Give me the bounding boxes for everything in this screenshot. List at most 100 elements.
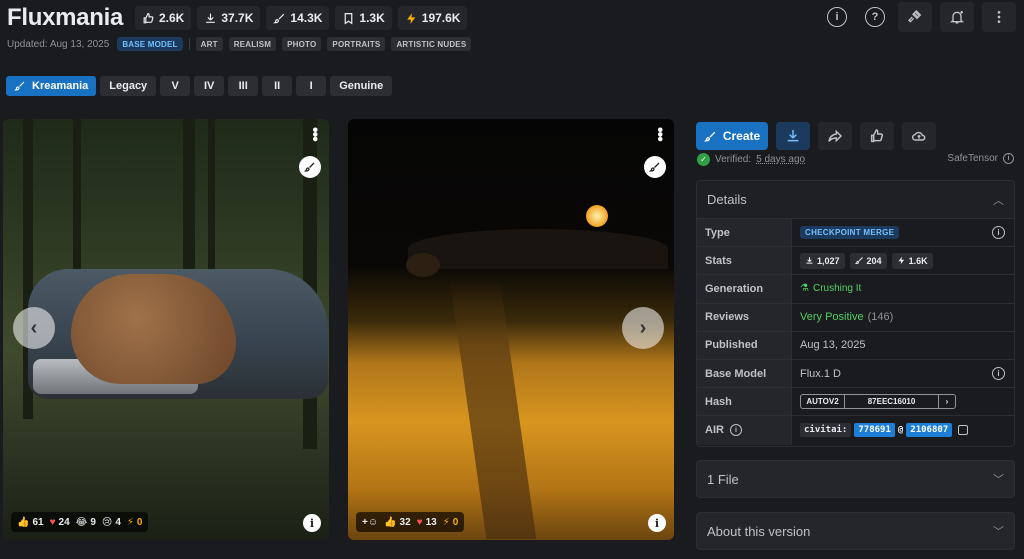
detail-row-base-model: Base Model Flux.1 D i	[697, 359, 1014, 389]
version-tab-iii[interactable]: III	[228, 76, 259, 96]
laugh-icon: 😂	[75, 516, 88, 528]
info-icon[interactable]: i	[1003, 153, 1014, 164]
verified-status: ✓ Verified: 5 days ago	[697, 153, 805, 166]
heart-reaction[interactable]: ♥ 13	[417, 517, 437, 528]
model-header: Fluxmania 2.6K 37.7K 14.3K 1.3K 197.6K	[7, 4, 468, 32]
meta-row: Updated: Aug 13, 2025 BASE MODEL ART REA…	[7, 37, 472, 51]
about-section[interactable]: About this version ﹀	[696, 512, 1015, 550]
buzz-stat[interactable]: 197.6K	[397, 6, 468, 30]
details-header[interactable]: Details ︿	[697, 181, 1014, 219]
laugh-reaction[interactable]: 😂 9	[76, 517, 96, 528]
gavel-icon	[908, 10, 922, 23]
create-button[interactable]: Create	[696, 122, 768, 150]
buzz-count: 197.6K	[421, 11, 461, 25]
moderate-button[interactable]	[898, 2, 932, 32]
air-identifier[interactable]: civitai: 778691 @ 2106807	[800, 423, 969, 438]
cloud-upload-button[interactable]	[902, 122, 936, 150]
thumbs-up-icon	[870, 129, 884, 143]
like-button[interactable]	[860, 122, 894, 150]
shield-check-icon: ✓	[697, 153, 710, 166]
downloads-stat[interactable]: 37.7K	[197, 6, 261, 30]
files-title: 1 File	[707, 471, 739, 487]
download-button[interactable]	[776, 122, 810, 150]
next-image-button[interactable]: ›	[622, 307, 664, 349]
tag-realism[interactable]: REALISM	[228, 37, 277, 51]
like-reaction[interactable]: 👍 61	[17, 517, 44, 528]
scene-path	[449, 279, 537, 539]
scene-moon	[586, 205, 608, 227]
prev-image-button[interactable]: ‹	[13, 307, 55, 349]
base-model-tag[interactable]: BASE MODEL	[117, 37, 183, 51]
info-icon[interactable]: i	[827, 7, 847, 27]
tag-photo[interactable]: PHOTO	[282, 37, 322, 51]
hash-field[interactable]: AUTOV2 87EEC16010 ›	[800, 394, 956, 410]
bookmarks-stat[interactable]: 1.3K	[335, 6, 392, 30]
review-rating[interactable]: Very Positive	[800, 311, 864, 323]
copy-icon[interactable]	[958, 425, 969, 436]
more-options-button[interactable]	[982, 2, 1016, 32]
notify-button[interactable]	[940, 2, 974, 32]
gallery-image-2[interactable]: ••• › +☺ 👍 32 ♥ 13 ⚡ 0 i	[348, 119, 674, 540]
brush-icon	[14, 81, 25, 91]
version-tab-v[interactable]: V	[160, 76, 191, 96]
like-count: 61	[32, 516, 44, 528]
tag-art[interactable]: ART	[195, 37, 223, 51]
buzz-reaction[interactable]: ⚡ 0	[127, 517, 143, 528]
like-reaction[interactable]: 👍 32	[384, 517, 411, 528]
download-icon	[806, 257, 813, 264]
about-title: About this version	[707, 523, 811, 539]
verified-ago[interactable]: 5 days ago	[756, 154, 805, 165]
detail-row-air: AIR i civitai: 778691 @ 2106807	[697, 416, 1014, 445]
files-section[interactable]: 1 File ﹀	[696, 460, 1015, 498]
share-icon	[828, 129, 843, 143]
scene-bear	[71, 274, 236, 384]
buzz-reaction[interactable]: ⚡ 0	[443, 517, 459, 528]
info-icon[interactable]: i	[729, 424, 742, 437]
detail-label: Reviews	[697, 303, 792, 331]
version-tab-genuine[interactable]: Genuine	[330, 76, 393, 96]
tag-artistic-nudes[interactable]: ARTISTIC NUDES	[391, 37, 472, 51]
cry-reaction[interactable]: 😢 4	[102, 517, 121, 528]
version-tab-kreamania[interactable]: Kreamania	[6, 76, 97, 96]
help-icon[interactable]: ?	[865, 7, 885, 27]
bolt-icon: ⚡	[126, 516, 134, 528]
bolt-icon	[406, 12, 416, 24]
divider	[188, 38, 190, 50]
scene-hills	[408, 229, 668, 269]
buzz-count: 0	[136, 516, 143, 528]
detail-row-type: Type CHECKPOINT MERGE i	[697, 219, 1014, 248]
version-tab-iv[interactable]: IV	[194, 76, 225, 96]
info-icon[interactable]: i	[992, 226, 1005, 239]
heart-reaction[interactable]: ♥ 24	[50, 517, 70, 528]
remix-button[interactable]	[299, 156, 321, 178]
image-menu-button[interactable]: •••	[306, 127, 323, 141]
detail-row-generation: Generation ⚗ Crushing It	[697, 275, 1014, 304]
air-version-id: 2106807	[906, 423, 953, 438]
add-reaction-button[interactable]: +☺	[362, 517, 378, 528]
generations-stat[interactable]: 14.3K	[266, 6, 330, 30]
share-button[interactable]	[818, 122, 852, 150]
heart-icon: ♥	[49, 516, 56, 528]
image-info-icon[interactable]: i	[648, 514, 666, 532]
gallery-image-1[interactable]: ••• ‹ 👍 61 ♥ 24 😂 9 😢 4 ⚡ 0 i	[3, 119, 329, 540]
air-label-text: AIR	[705, 424, 724, 437]
version-tab-ii[interactable]: II	[262, 76, 293, 96]
base-model-value: Flux.1 D	[800, 367, 841, 380]
info-icon[interactable]: i	[992, 366, 1005, 380]
create-label: Create	[722, 129, 761, 143]
version-tab-i[interactable]: I	[296, 76, 327, 96]
published-date: Aug 13, 2025	[800, 339, 866, 352]
downloads-count: 37.7K	[221, 11, 254, 25]
remix-button[interactable]	[644, 156, 666, 178]
version-tab-legacy[interactable]: Legacy	[100, 76, 157, 96]
version-label: Kreamania	[32, 80, 89, 92]
cloud-upload-icon	[911, 131, 926, 141]
image-menu-button[interactable]: •••	[651, 127, 668, 141]
image-info-icon[interactable]: i	[303, 514, 321, 532]
detail-row-hash: Hash AUTOV2 87EEC16010 ›	[697, 388, 1014, 417]
verified-label: Verified:	[715, 154, 752, 165]
likes-stat[interactable]: 2.6K	[135, 6, 192, 30]
downloads-count: 1,027	[817, 255, 840, 266]
tag-portraits[interactable]: PORTRAITS	[327, 37, 386, 51]
hash-next-button[interactable]: ›	[939, 395, 955, 408]
